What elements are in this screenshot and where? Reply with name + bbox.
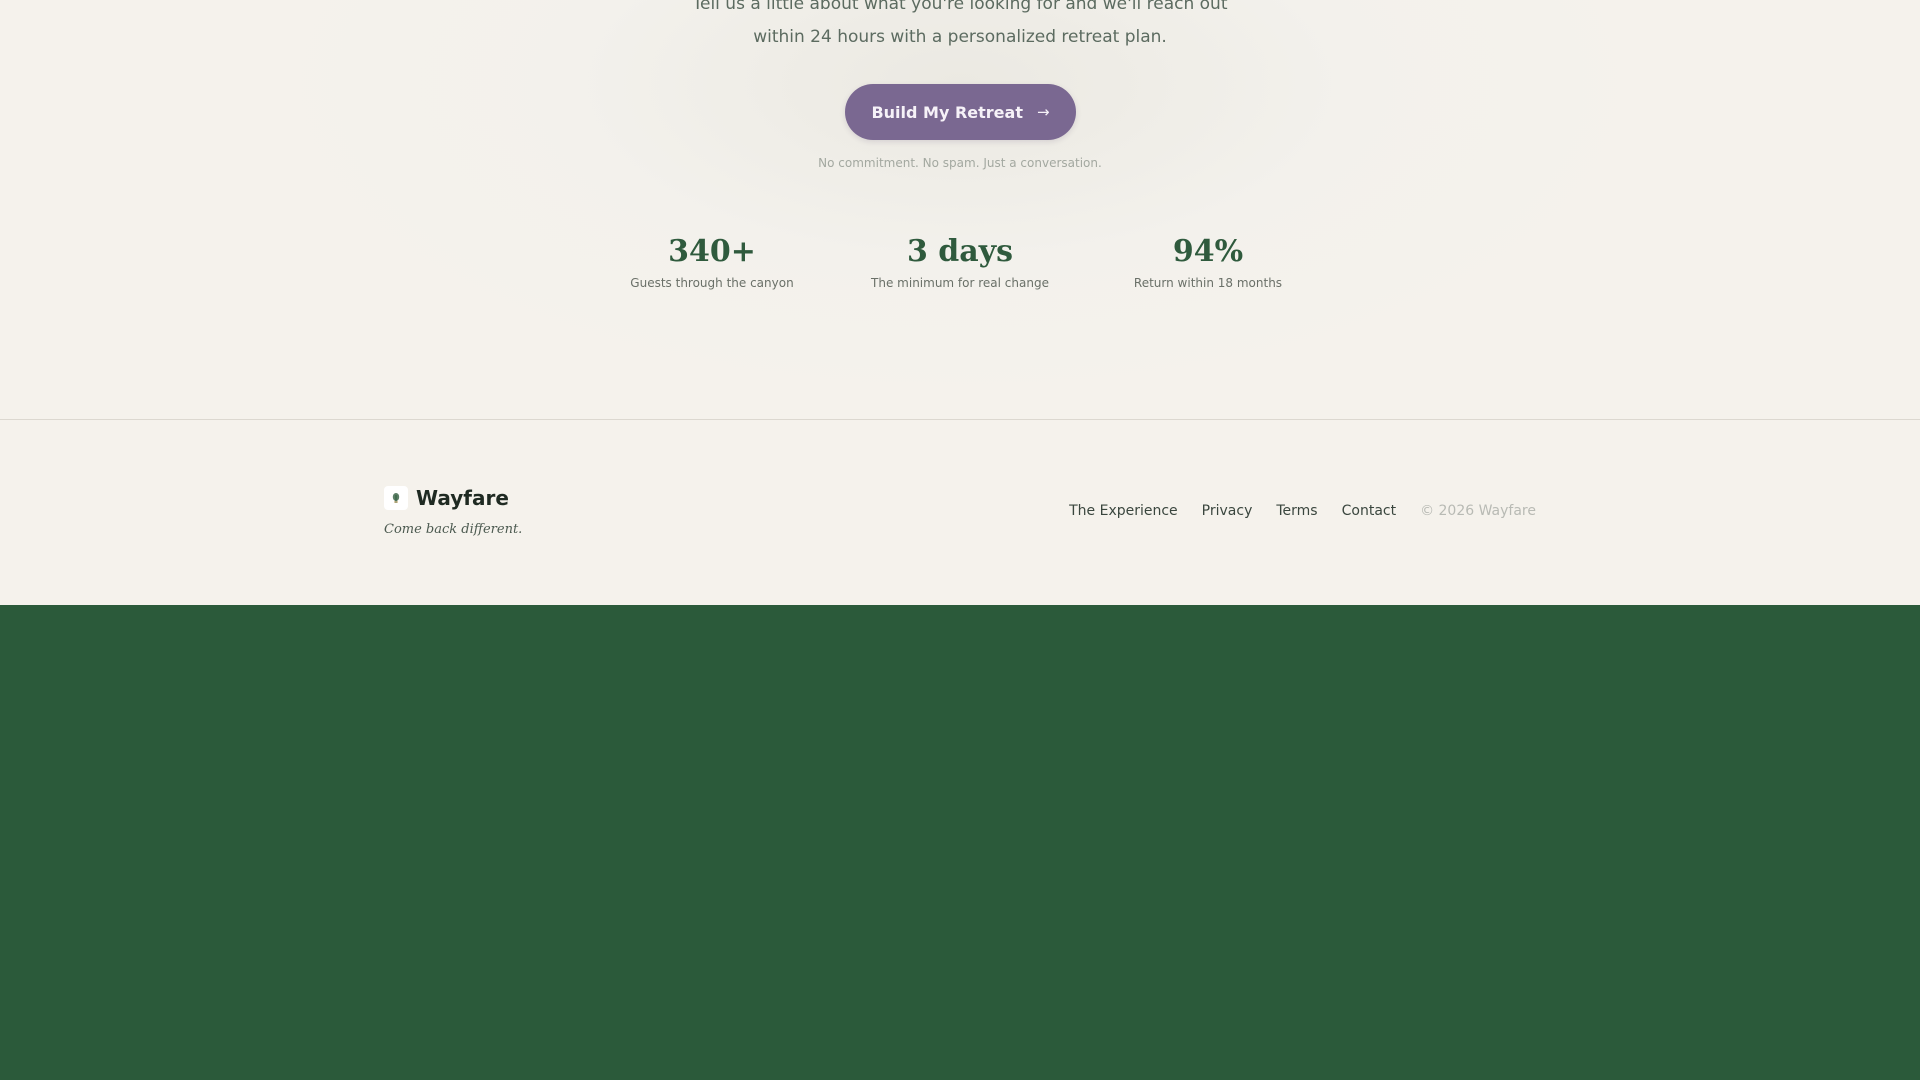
stat-guests: 340+ Guests through the canyon [592, 230, 832, 290]
footer-link-contact[interactable]: Contact [1342, 503, 1396, 519]
footer-link-the-experience[interactable]: The Experience [1069, 503, 1178, 519]
copyright-text: © 2026 Wayfare [1420, 503, 1536, 519]
footer-link-privacy[interactable]: Privacy [1202, 503, 1253, 519]
build-my-retreat-button[interactable]: Build My Retreat → [845, 84, 1076, 140]
arrow-right-icon: → [1036, 103, 1050, 121]
stat-label: Return within 18 months [1133, 276, 1283, 290]
footer-nav: The Experience Privacy Terms Contact © 2… [1069, 503, 1536, 519]
stat-value: 3 days [906, 234, 1014, 269]
cta-intro-line: within 24 hours with a personalized retr… [753, 27, 1167, 47]
cta-intro-text: Tell us a little about what you're looki… [0, 0, 1920, 54]
stat-days: 3 days The minimum for real change [840, 230, 1080, 290]
footer-tagline: Come back different. [384, 522, 523, 537]
cta-intro-line: Tell us a little about what you're looki… [692, 0, 1228, 14]
cta-note: No commitment. No spam. Just a conversat… [818, 156, 1102, 170]
stat-label: Guests through the canyon [630, 276, 794, 290]
stat-return: 94% Return within 18 months [1088, 230, 1328, 290]
leaf-logo-icon [384, 486, 408, 510]
brand-name: Wayfare [416, 486, 509, 510]
footer-brand[interactable]: Wayfare [384, 486, 509, 510]
build-my-retreat-label: Build My Retreat [871, 102, 1023, 122]
footer-link-terms[interactable]: Terms [1276, 503, 1317, 519]
stat-value: 340+ [668, 234, 756, 269]
site-footer: Wayfare Come back different. The Experie… [0, 420, 1920, 605]
stat-value: 94% [1172, 234, 1244, 269]
stat-label: The minimum for real change [871, 276, 1049, 290]
green-background-band [0, 605, 1920, 1080]
cta-section: Tell us a little about what you're looki… [0, 0, 1920, 420]
